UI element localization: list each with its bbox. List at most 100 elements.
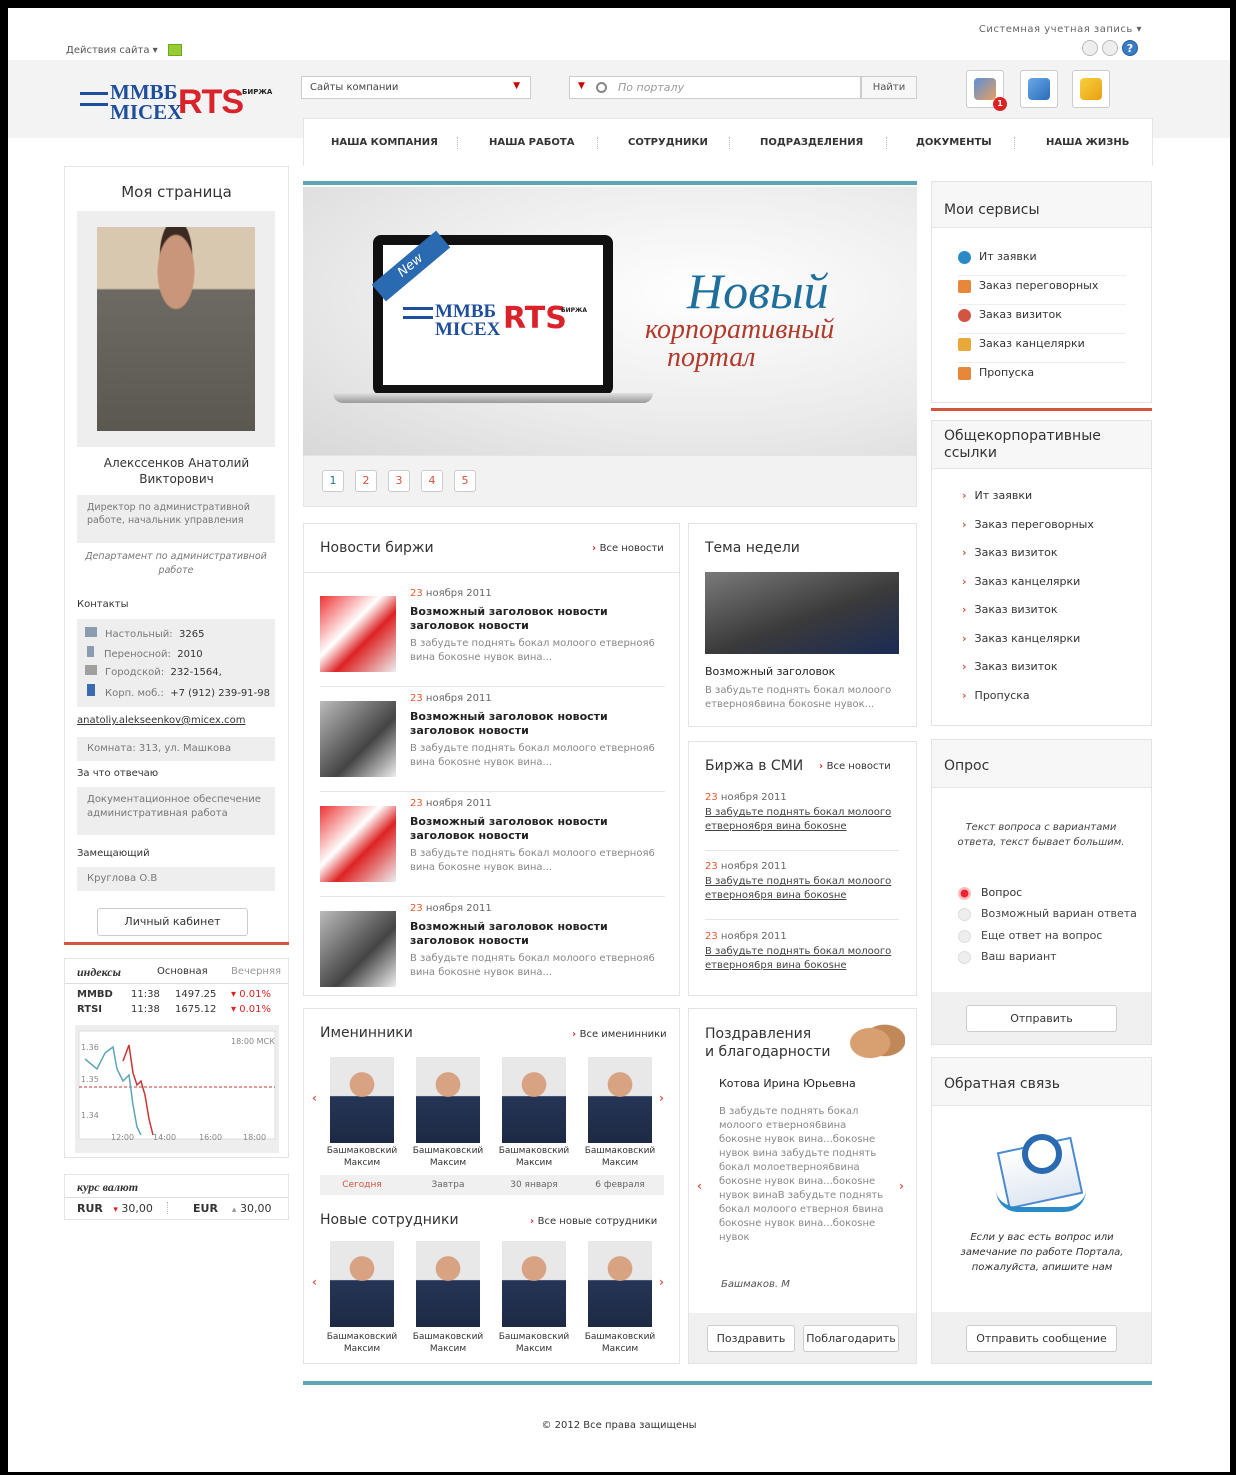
poll-option-label[interactable]: Еще ответ на вопрос (981, 929, 1102, 942)
news-thumbnail[interactable] (320, 701, 396, 777)
link-label[interactable]: Заказ визиток (975, 603, 1058, 616)
new-staff-photo[interactable] (502, 1241, 566, 1327)
sites-select[interactable]: Сайты компании ▼ (301, 76, 531, 99)
media-item[interactable]: 23 ноября 2011 В забудьте поднять бокал … (705, 931, 899, 973)
service-item[interactable]: Заказ канцелярки (958, 337, 1126, 363)
help-icon[interactable]: ? (1122, 40, 1138, 56)
all-birthdays-link[interactable]: Все именинники (572, 1029, 667, 1040)
all-media-link[interactable]: Все новости (819, 761, 891, 772)
nav-item-company[interactable]: НАША КОМПАНИЯ (331, 137, 438, 148)
service-item[interactable]: Заказ переговорных (958, 279, 1126, 305)
theme-photo[interactable] (705, 572, 899, 654)
link-label[interactable]: Заказ визиток (975, 546, 1058, 559)
nav-item-departments[interactable]: ПОДРАЗДЕЛЕНИЯ (760, 137, 863, 148)
news-item[interactable]: 23 ноября 2011 Возможный заголовок новос… (320, 794, 665, 894)
service-label[interactable]: Заказ переговорных (979, 279, 1098, 292)
next-arrow-icon[interactable]: › (659, 1275, 664, 1289)
personal-cabinet-button[interactable]: Личный кабинет (97, 908, 248, 936)
link-label[interactable]: Пропуска (975, 689, 1030, 702)
media-link[interactable]: В забудьте поднять бокал молоого етверно… (705, 875, 899, 903)
search-button[interactable]: Найти (861, 76, 917, 99)
indices-tab-evening[interactable]: Вечерняя (231, 966, 281, 977)
poll-submit-button[interactable]: Отправить (966, 1005, 1117, 1032)
link-label[interactable]: Ит заявки (975, 489, 1033, 502)
new-staff-name[interactable]: Башмаковский Максим (580, 1331, 660, 1355)
indices-tab-main[interactable]: Основная (157, 966, 208, 977)
prev-arrow-icon[interactable]: ‹ (312, 1275, 317, 1289)
news-thumbnail[interactable] (320, 596, 396, 672)
nav-item-documents[interactable]: ДОКУМЕНТЫ (916, 137, 992, 148)
thank-button[interactable]: Поблагодарить (803, 1325, 899, 1352)
radio-checked-icon[interactable] (958, 886, 971, 900)
refresh-button[interactable] (1020, 70, 1058, 108)
news-headline[interactable]: Возможный заголовок новости заголовок но… (410, 710, 640, 738)
prev-arrow-icon[interactable]: ‹ (312, 1091, 317, 1105)
search-input[interactable]: ▼ По порталу (569, 76, 861, 99)
link-label[interactable]: Заказ канцелярки (975, 632, 1081, 645)
link-item[interactable]: › Заказ канцелярки (962, 632, 1080, 645)
new-staff-name[interactable]: Башмаковский Максим (322, 1331, 402, 1355)
birthday-name[interactable]: Башмаковский Максим (580, 1145, 660, 1169)
news-item[interactable]: 23 ноября 2011 Возможный заголовок новос… (320, 689, 665, 789)
notifications-button[interactable]: 1 (966, 70, 1007, 111)
folder-icon[interactable] (167, 44, 182, 56)
media-link[interactable]: В забудьте поднять бокал молоого етверно… (705, 945, 899, 973)
new-staff-photo[interactable] (588, 1241, 652, 1327)
news-thumbnail[interactable] (320, 911, 396, 987)
poll-option-label[interactable]: Вопрос (981, 886, 1022, 899)
service-item[interactable]: Заказ визиток (958, 308, 1126, 334)
settings-icon[interactable] (1102, 40, 1118, 56)
poll-option[interactable]: Вопрос (958, 886, 1022, 900)
link-item[interactable]: › Заказ канцелярки (962, 575, 1080, 588)
link-label[interactable]: Заказ визиток (975, 660, 1058, 673)
link-label[interactable]: Заказ переговорных (975, 518, 1094, 531)
service-label[interactable]: Пропуска (979, 366, 1034, 379)
link-item[interactable]: › Заказ переговорных (962, 518, 1094, 531)
nav-item-work[interactable]: НАША РАБОТА (489, 137, 574, 148)
news-headline[interactable]: Возможный заголовок новости заголовок но… (410, 815, 640, 843)
link-item[interactable]: › Пропуска (962, 689, 1030, 702)
link-label[interactable]: Заказ канцелярки (975, 575, 1081, 588)
site-actions-label[interactable]: Действия сайта ▾ (66, 45, 158, 56)
banner-page-4[interactable]: 4 (421, 470, 443, 492)
birthday-photo[interactable] (330, 1057, 394, 1143)
birthday-name[interactable]: Башмаковский Максим (494, 1145, 574, 1169)
banner-page-5[interactable]: 5 (454, 470, 476, 492)
service-label[interactable]: Заказ канцелярки (979, 337, 1085, 350)
new-staff-name[interactable]: Башмаковский Максим (494, 1331, 574, 1355)
link-item[interactable]: › Заказ визиток (962, 546, 1057, 559)
next-arrow-icon[interactable]: › (659, 1091, 664, 1105)
chevron-down-icon[interactable]: ▼ (578, 81, 585, 91)
service-label[interactable]: Ит заявки (979, 250, 1037, 263)
profile-email-link[interactable]: anatoliy.alekseenkov@micex.com (77, 715, 245, 726)
all-new-staff-link[interactable]: Все новые сотрудники (530, 1216, 658, 1227)
banner[interactable]: ММВБ MICEX RTS БИРЖА New Новый корпоратив… (303, 187, 917, 455)
new-staff-name[interactable]: Башмаковский Максим (408, 1331, 488, 1355)
banner-page-1[interactable]: 1 (322, 470, 344, 492)
nav-item-staff[interactable]: СОТРУДНИКИ (628, 137, 708, 148)
logo[interactable]: ММВБ MICEX RTS БИРЖА (80, 82, 280, 128)
media-item[interactable]: 23 ноября 2011 В забудьте поднять бокал … (705, 792, 899, 834)
link-item[interactable]: › Заказ визиток (962, 660, 1057, 673)
theme-headline[interactable]: Возможный заголовок (705, 665, 835, 678)
service-item[interactable]: Ит заявки (958, 250, 1126, 276)
nav-item-life[interactable]: НАША ЖИЗНЬ (1046, 137, 1129, 148)
next-arrow-icon[interactable]: › (899, 1179, 904, 1193)
banner-page-3[interactable]: 3 (388, 470, 410, 492)
media-item[interactable]: 23 ноября 2011 В забудьте поднять бокал … (705, 861, 899, 903)
birthday-name[interactable]: Башмаковский Максим (408, 1145, 488, 1169)
birthday-photo[interactable] (416, 1057, 480, 1143)
prev-arrow-icon[interactable]: ‹ (697, 1179, 702, 1193)
news-thumbnail[interactable] (320, 806, 396, 882)
radio-icon[interactable] (958, 907, 971, 921)
poll-option[interactable]: Ваш вариант (958, 950, 1057, 964)
all-news-link[interactable]: Все новости (592, 543, 664, 554)
new-staff-photo[interactable] (330, 1241, 394, 1327)
media-link[interactable]: В забудьте поднять бокал молоого етверно… (705, 806, 899, 834)
birthday-photo[interactable] (588, 1057, 652, 1143)
poll-option[interactable]: Еще ответ на вопрос (958, 929, 1102, 943)
news-headline[interactable]: Возможный заголовок новости заголовок но… (410, 605, 640, 633)
service-label[interactable]: Заказ визиток (979, 308, 1062, 321)
radio-icon[interactable] (958, 950, 971, 964)
tasks-button[interactable] (1072, 70, 1110, 108)
